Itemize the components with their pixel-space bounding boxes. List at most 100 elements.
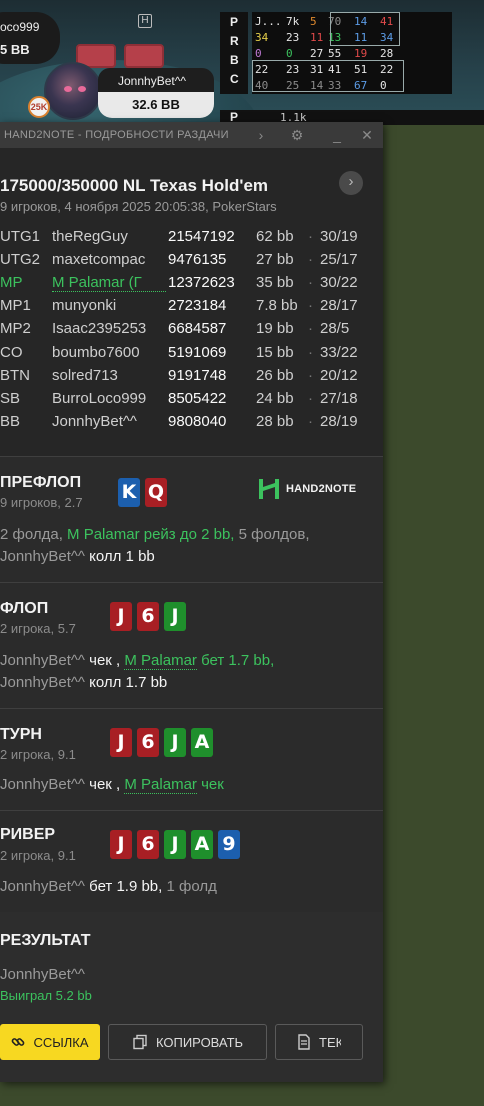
section-result: РЕЗУЛЬТАТ JonnhyBet^^ Выиграл 5.2 bb ССЫ… bbox=[0, 912, 383, 1082]
player-row[interactable]: BB JonnhyBet^^ 9808040 28 bb · 28/19 bbox=[0, 413, 383, 436]
player-row[interactable]: UTG1 theRegGuy 21547192 62 bb · 30/19 bbox=[0, 228, 383, 251]
action-player-link[interactable]: M Palamar bbox=[124, 776, 197, 794]
action-player[interactable]: JonnhyBet^^ bbox=[0, 548, 89, 565]
text-button-label: ТЕКСТ bbox=[319, 1034, 341, 1050]
action-player[interactable]: JonnhyBet^^ bbox=[0, 652, 89, 669]
action-bet: бет 1.7 bb, bbox=[196, 652, 275, 669]
playing-card: J bbox=[110, 602, 132, 631]
action-player[interactable]: JonnhyBet^^ bbox=[0, 878, 89, 895]
window-title: HAND2NOTE - ПОДРОБНОСТИ РАЗДАЧИ bbox=[4, 129, 229, 141]
player-vpip-pfr: 28/19 bbox=[320, 412, 358, 430]
player-id: 21547192 bbox=[168, 228, 235, 245]
divider bbox=[0, 708, 383, 709]
divider bbox=[0, 582, 383, 583]
player-name[interactable]: solred713 bbox=[52, 367, 166, 384]
separator-dot: · bbox=[308, 274, 313, 292]
text-button[interactable]: ТЕКСТ bbox=[275, 1024, 363, 1060]
opponent-seat-name: oco999 bbox=[0, 20, 40, 34]
player-stack-bb: 19 bb bbox=[256, 320, 294, 338]
action-bet: бет 1.9 bb, bbox=[89, 878, 163, 895]
player-row[interactable]: UTG2 maxetcompac 9476135 27 bb · 25/17 bbox=[0, 251, 383, 274]
separator-dot: · bbox=[308, 412, 313, 430]
chevron-right-icon[interactable]: › bbox=[252, 126, 270, 144]
action-raise[interactable]: M Palamar рейз до 2 bb, bbox=[67, 526, 234, 543]
hero-seat[interactable]: JonnhyBet^^ 32.6 BB bbox=[98, 66, 214, 120]
gear-icon[interactable]: ⚙ bbox=[288, 126, 306, 144]
section-subtitle: 2 игрока, 5.7 bbox=[0, 621, 76, 636]
player-row[interactable]: MP M Palamar (Г 12372623 35 bb · 30/22 bbox=[0, 274, 383, 297]
hud-letter: C bbox=[230, 72, 239, 86]
next-hand-button[interactable]: › bbox=[339, 171, 363, 195]
hud-cell: 11 bbox=[310, 31, 324, 44]
action-player[interactable]: JonnhyBet^^ bbox=[0, 776, 89, 793]
playing-card: J bbox=[164, 830, 186, 859]
separator-dot: · bbox=[308, 320, 313, 338]
player-stack-bb: 28 bb bbox=[256, 412, 294, 430]
section-subtitle: 9 игроков, 2.7 bbox=[0, 495, 83, 510]
player-name[interactable]: theRegGuy bbox=[52, 228, 166, 245]
poker-table: oco999 5 BB H 25K JonnhyBet^^ 32.6 BB P … bbox=[0, 0, 484, 125]
action-check: чек bbox=[196, 776, 224, 793]
avatar[interactable] bbox=[44, 62, 102, 120]
chip-badge: 25K bbox=[28, 96, 50, 118]
player-name[interactable]: maxetcompac bbox=[52, 251, 166, 268]
player-vpip-pfr: 30/22 bbox=[320, 274, 358, 292]
action-separator: , bbox=[111, 776, 125, 793]
player-stack-bb: 26 bb bbox=[256, 366, 294, 384]
hand2note-logo-text: HAND2NOTE bbox=[286, 483, 357, 495]
player-name[interactable]: JonnhyBet^^ bbox=[52, 413, 166, 430]
action-text: 2 фолда, bbox=[0, 526, 68, 543]
player-row[interactable]: MP1 munyonki 2723184 7.8 bb · 28/17 bbox=[0, 297, 383, 320]
avatar-eye bbox=[64, 86, 72, 92]
copy-button[interactable]: КОПИРОВАТЬ bbox=[108, 1024, 267, 1060]
playing-card: Q bbox=[145, 478, 167, 507]
playing-card: 6 bbox=[137, 728, 159, 757]
window-titlebar[interactable]: HAND2NOTE - ПОДРОБНОСТИ РАЗДАЧИ › ⚙ _ ✕ bbox=[0, 122, 383, 148]
close-icon[interactable]: ✕ bbox=[358, 126, 376, 144]
playing-card: J bbox=[164, 602, 186, 631]
playing-card: J bbox=[110, 728, 132, 757]
game-subtitle: 9 игроков, 4 ноября 2025 20:05:38, Poker… bbox=[0, 199, 277, 214]
game-title: 175000/350000 NL Texas Hold'em bbox=[0, 176, 269, 195]
player-name[interactable]: munyonki bbox=[52, 297, 166, 314]
hero-seat-stack: 32.6 BB bbox=[98, 92, 214, 118]
player-position: MP2 bbox=[0, 320, 31, 338]
player-id: 9476135 bbox=[168, 251, 227, 269]
section-river: РИВЕР 2 игрока, 9.1 J6JA9 JonnhyBet^^ бе… bbox=[0, 810, 383, 912]
action-check: чек bbox=[89, 652, 112, 669]
player-id: 5191069 bbox=[168, 343, 227, 361]
separator-dot: · bbox=[308, 251, 313, 269]
player-position: BTN bbox=[0, 366, 30, 384]
action-call: колл 1.7 bb bbox=[89, 674, 168, 691]
player-vpip-pfr: 28/17 bbox=[320, 297, 358, 315]
link-button[interactable]: ССЫЛКА bbox=[0, 1024, 100, 1060]
player-row[interactable]: SB BurroLoco999 8505422 24 bb · 27/18 bbox=[0, 390, 383, 413]
section-title: ПРЕФЛОП bbox=[0, 474, 82, 491]
player-name[interactable]: Isaac2395253 bbox=[52, 320, 166, 337]
playing-card: J bbox=[164, 728, 186, 757]
hud-stats[interactable]: P R B C J... 7k 5 70 14 41 34 23 11 13 11 34 0 0 27 55 1… bbox=[220, 12, 484, 125]
player-row[interactable]: MP2 Isaac2395253 6684587 19 bb · 28/5 bbox=[0, 320, 383, 343]
separator-dot: · bbox=[308, 228, 313, 245]
copy-button-label: КОПИРОВАТЬ bbox=[155, 1034, 244, 1050]
player-row[interactable]: BTN solred713 9191748 26 bb · 20/12 bbox=[0, 367, 383, 390]
hud-cell: J... bbox=[255, 15, 282, 28]
action-player[interactable]: JonnhyBet^^ bbox=[0, 674, 89, 691]
minimize-icon[interactable]: _ bbox=[328, 126, 346, 144]
playing-card: J bbox=[110, 830, 132, 859]
player-row[interactable]: CO boumbo7600 5191069 15 bb · 33/22 bbox=[0, 344, 383, 367]
hud-cell: 0 bbox=[255, 47, 262, 60]
hud-cell: 55 bbox=[328, 47, 342, 60]
winnings: Выиграл 5.2 bb bbox=[0, 988, 92, 1003]
action-player-link[interactable]: M Palamar bbox=[124, 652, 197, 670]
opponent-seat[interactable]: oco999 5 BB bbox=[0, 12, 60, 64]
section-flop: ФЛОП 2 игрока, 5.7 J6J JonnhyBet^^ чек ,… bbox=[0, 582, 383, 708]
playing-card: A bbox=[191, 830, 213, 859]
hud-cell: 27 bbox=[310, 47, 324, 60]
player-name[interactable]: BurroLoco999 bbox=[52, 390, 166, 407]
player-name[interactable]: boumbo7600 bbox=[52, 344, 166, 361]
action-text: 1 фолд bbox=[162, 878, 217, 895]
player-id: 8505422 bbox=[168, 389, 227, 407]
player-name[interactable]: M Palamar (Г bbox=[52, 274, 166, 293]
winner-name: JonnhyBet^^ bbox=[0, 966, 85, 983]
